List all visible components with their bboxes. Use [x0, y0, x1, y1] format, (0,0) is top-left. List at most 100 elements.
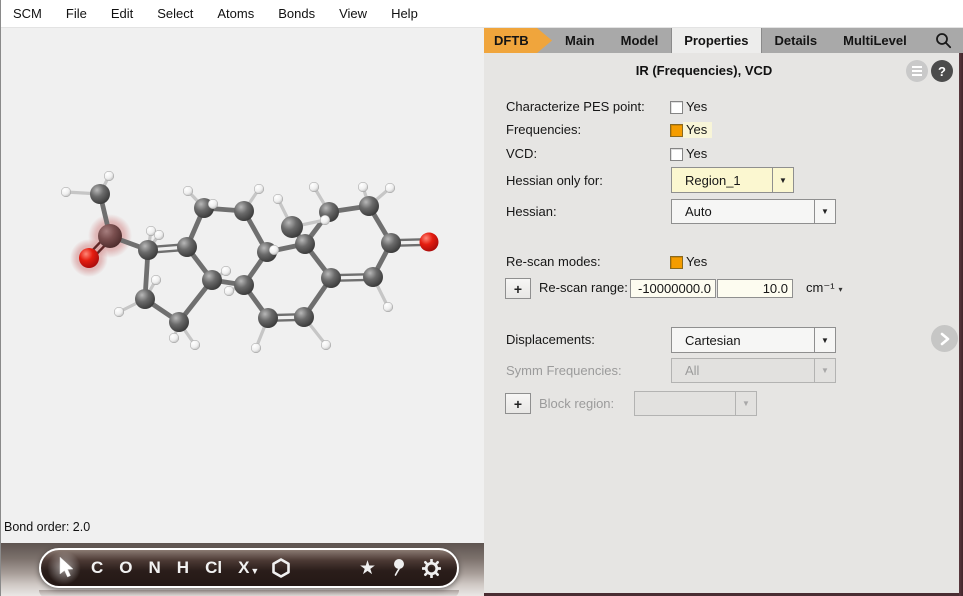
- displacements-label: Displacements:: [506, 332, 595, 347]
- tab-model[interactable]: Model: [608, 28, 672, 53]
- tab-multilevel[interactable]: MultiLevel: [830, 28, 920, 53]
- molecule-canvas[interactable]: [1, 28, 484, 543]
- characterize-pes-checkbox[interactable]: [670, 101, 683, 114]
- atom-c[interactable]: [138, 240, 158, 260]
- menu-bonds[interactable]: Bonds: [266, 6, 327, 21]
- atom-h[interactable]: [104, 171, 114, 181]
- vcd-label: VCD:: [506, 146, 537, 161]
- tab-properties[interactable]: Properties: [671, 28, 761, 53]
- hessian-only-for-label: Hessian only for:: [506, 173, 603, 188]
- displacements-select[interactable]: Cartesian ▼: [671, 327, 836, 353]
- atom-h[interactable]: [224, 286, 234, 296]
- menu-atoms[interactable]: Atoms: [205, 6, 266, 21]
- atom-h[interactable]: [385, 183, 395, 193]
- menu-file[interactable]: File: [54, 6, 99, 21]
- tab-dftb[interactable]: DFTB: [484, 28, 552, 53]
- rescan-range-min-input[interactable]: [630, 279, 716, 298]
- gear-icon: [422, 559, 441, 578]
- settings-gear-button[interactable]: [422, 559, 441, 578]
- atom-h[interactable]: [61, 187, 71, 197]
- search-icon: [935, 32, 952, 49]
- element-x-label: X: [238, 550, 249, 586]
- vcd-yes-label: Yes: [683, 146, 712, 162]
- rescan-range-max-input[interactable]: [717, 279, 793, 298]
- atom-h[interactable]: [154, 230, 164, 240]
- tab-main[interactable]: Main: [552, 28, 608, 53]
- atom-c[interactable]: [363, 267, 383, 287]
- hessian-only-for-select[interactable]: Region_1 ▼: [671, 167, 794, 193]
- atom-csel[interactable]: [98, 224, 122, 248]
- atom-c[interactable]: [294, 307, 314, 327]
- select-arrow-tool[interactable]: [53, 555, 77, 581]
- atom-c[interactable]: [234, 201, 254, 221]
- atom-h[interactable]: [254, 184, 264, 194]
- atom-h[interactable]: [183, 186, 193, 196]
- atom-c[interactable]: [135, 289, 155, 309]
- atom-h[interactable]: [269, 245, 279, 255]
- rescan-modes-checkbox[interactable]: [670, 256, 683, 269]
- chevron-down-icon[interactable]: ▼: [772, 168, 793, 192]
- element-n-button[interactable]: N: [149, 550, 161, 586]
- element-cl-button[interactable]: Cl: [205, 550, 222, 586]
- rescan-range-add-button[interactable]: +: [505, 278, 531, 299]
- rescan-modes-yes-label: Yes: [683, 254, 712, 270]
- balloon-tool-button[interactable]: [390, 557, 408, 579]
- atom-o[interactable]: [420, 233, 439, 252]
- atom-c[interactable]: [381, 233, 401, 253]
- atom-h[interactable]: [221, 266, 231, 276]
- atom-h[interactable]: [321, 340, 331, 350]
- atom-toolbar: C O N H Cl X ▼ ★: [39, 548, 459, 588]
- vcd-checkbox[interactable]: [670, 148, 683, 161]
- atom-c[interactable]: [177, 237, 197, 257]
- menu-edit[interactable]: Edit: [99, 6, 145, 21]
- help-button[interactable]: ?: [931, 60, 953, 82]
- atom-c[interactable]: [202, 270, 222, 290]
- atom-h[interactable]: [190, 340, 200, 350]
- atom-h[interactable]: [208, 199, 218, 209]
- atom-c[interactable]: [90, 184, 110, 204]
- tab-details[interactable]: Details: [762, 28, 831, 53]
- atom-h[interactable]: [114, 307, 124, 317]
- atom-h[interactable]: [309, 182, 319, 192]
- panel-menu-button[interactable]: [906, 60, 928, 82]
- hessian-select[interactable]: Auto ▼: [671, 199, 836, 224]
- menu-select[interactable]: Select: [145, 6, 205, 21]
- atom-c[interactable]: [169, 312, 189, 332]
- frequencies-yes-label: Yes: [683, 122, 712, 138]
- menu-view[interactable]: View: [327, 6, 379, 21]
- menu-help[interactable]: Help: [379, 6, 430, 21]
- atom-h[interactable]: [273, 194, 283, 204]
- block-region-add-button[interactable]: +: [505, 393, 531, 414]
- atom-c[interactable]: [359, 196, 379, 216]
- atom-h[interactable]: [358, 182, 368, 192]
- atom-h[interactable]: [320, 215, 330, 225]
- element-c-button[interactable]: C: [91, 550, 103, 586]
- atom-c[interactable]: [281, 216, 303, 238]
- atom-c[interactable]: [234, 275, 254, 295]
- atom-h[interactable]: [251, 343, 261, 353]
- molecule-viewer[interactable]: Bond order: 2.0 C O N H Cl X ▼: [1, 28, 484, 596]
- search-button[interactable]: [935, 28, 963, 53]
- atom-c[interactable]: [295, 234, 315, 254]
- structures-star-button[interactable]: ★: [359, 550, 376, 586]
- atom-h[interactable]: [383, 302, 393, 312]
- page-title: IR (Frequencies), VCD: [484, 63, 924, 78]
- menu-scm[interactable]: SCM: [11, 6, 54, 21]
- element-h-button[interactable]: H: [177, 550, 189, 586]
- hessian-label: Hessian:: [506, 204, 557, 219]
- frequencies-label: Frequencies:: [506, 122, 581, 137]
- rescan-range-unit[interactable]: cm⁻¹▾: [806, 280, 843, 296]
- chevron-down-icon[interactable]: ▼: [814, 200, 835, 223]
- element-x-button[interactable]: X ▼: [238, 550, 259, 586]
- atom-o[interactable]: [79, 248, 99, 268]
- atom-h[interactable]: [151, 275, 161, 285]
- ring-tool-button[interactable]: [270, 557, 292, 579]
- next-panel-button[interactable]: [931, 325, 958, 352]
- element-o-button[interactable]: O: [119, 550, 132, 586]
- atom-c[interactable]: [321, 268, 341, 288]
- hessian-value: Auto: [672, 200, 814, 223]
- frequencies-checkbox[interactable]: [670, 124, 683, 137]
- chevron-down-icon[interactable]: ▼: [814, 328, 835, 352]
- atom-h[interactable]: [169, 333, 179, 343]
- atom-c[interactable]: [258, 308, 278, 328]
